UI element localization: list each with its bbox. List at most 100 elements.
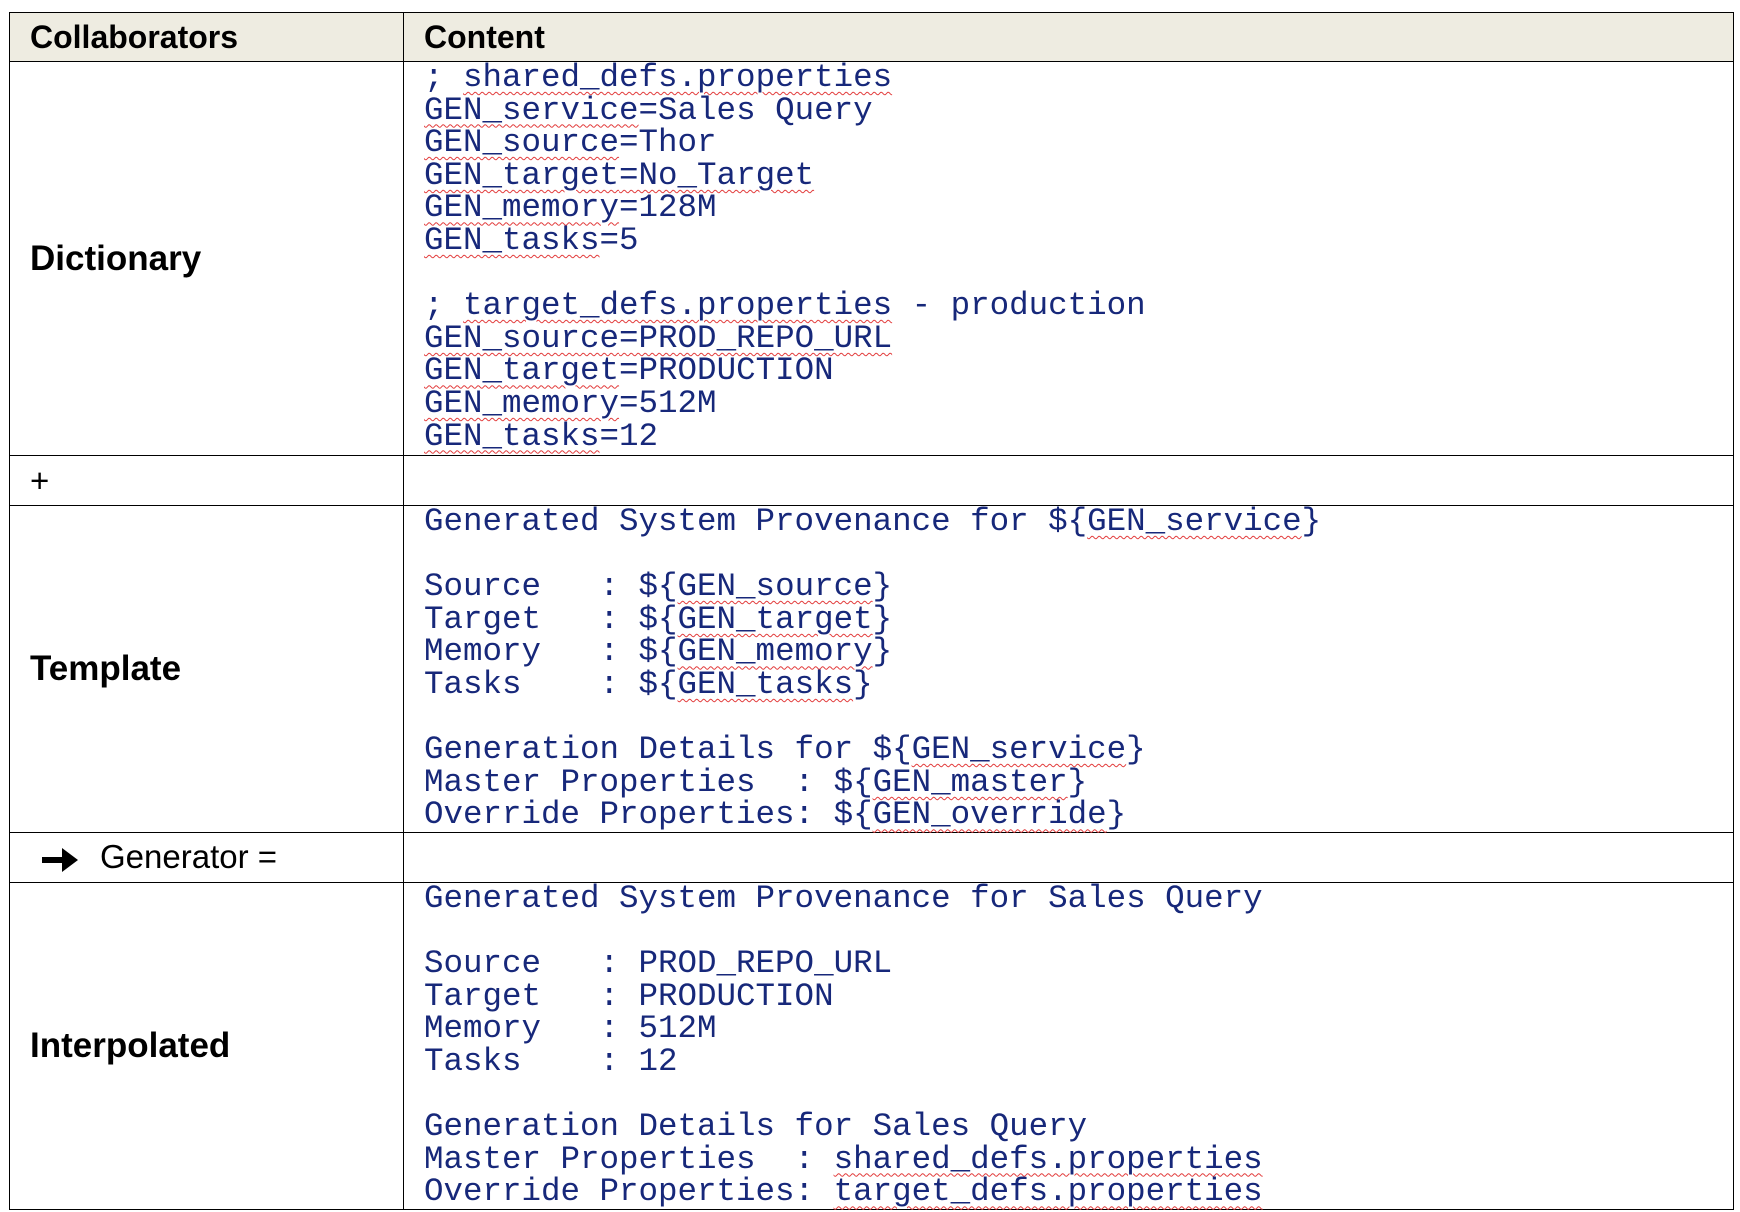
target-line: GEN_source=PROD_REPO_URL bbox=[424, 319, 1733, 357]
shared-line: GEN_service=Sales Query bbox=[424, 91, 1733, 129]
collaborators-table: Collaborators Content Dictionary ; share… bbox=[9, 12, 1734, 1210]
generator-label: Generator = bbox=[100, 838, 278, 876]
code-text: Generation Details for ${ bbox=[424, 731, 912, 769]
master-file-name: shared_defs.properties bbox=[833, 1140, 1263, 1178]
interpolated-title-line: Generated System Provenance for Sales Qu… bbox=[424, 879, 1263, 917]
interpolated-field-line: Memory : 512M bbox=[424, 1010, 717, 1048]
template-field-line: Memory : ${GEN_memory} bbox=[424, 636, 1733, 669]
interpolated-row: Interpolated Generated System Provenance… bbox=[9, 879, 1734, 1211]
template-label: Template bbox=[9, 505, 404, 833]
plus-empty-cell bbox=[403, 455, 1734, 506]
header-collaborators: Collaborators bbox=[9, 12, 404, 62]
code-text: } bbox=[1126, 731, 1146, 769]
dict-value: =Thor bbox=[619, 124, 717, 162]
template-var: GEN_service bbox=[911, 731, 1127, 769]
dictionary-code: ; shared_defs.properties GEN_service=Sale… bbox=[424, 59, 1733, 455]
plus-label: + bbox=[9, 455, 404, 506]
generator-empty-cell bbox=[403, 831, 1734, 883]
code-text: Source : ${ bbox=[424, 568, 678, 606]
shared-file-name: shared_defs.properties bbox=[463, 59, 893, 96]
override-file-name: target_defs.properties bbox=[833, 1173, 1263, 1211]
target-file-name: target_defs.properties bbox=[463, 287, 893, 325]
template-field-line: Tasks : ${GEN_tasks} bbox=[424, 665, 1733, 703]
interpolated-override-line: Override Properties: target_defs.propert… bbox=[424, 1173, 1733, 1211]
code-text: Generated System Provenance for ${ bbox=[424, 503, 1088, 540]
code-text: } bbox=[853, 665, 873, 703]
template-var: GEN_memory bbox=[677, 633, 873, 671]
template-var: GEN_tasks bbox=[677, 665, 854, 703]
dictionary-row: Dictionary ; shared_defs.properties GEN_s… bbox=[9, 59, 1734, 456]
code-text: } bbox=[872, 633, 893, 671]
comment-suffix: - production bbox=[892, 287, 1146, 325]
code-text: Tasks : ${ bbox=[424, 665, 678, 703]
dict-key: GEN_service bbox=[424, 91, 639, 129]
generator-cell: Generator = bbox=[9, 831, 404, 883]
target-line: GEN_memory=512M bbox=[424, 384, 1733, 422]
template-var: GEN_source bbox=[677, 568, 873, 606]
code-text: Master Properties : ${ bbox=[424, 763, 873, 801]
dict-value: =12 bbox=[599, 417, 659, 455]
template-var: GEN_target bbox=[677, 600, 873, 638]
template-content: Generated System Provenance for ${GEN_se… bbox=[403, 503, 1734, 833]
dict-key: GEN_tasks bbox=[424, 221, 600, 259]
dict-key: GEN_memory bbox=[424, 384, 620, 422]
right-arrow-icon bbox=[42, 847, 78, 872]
template-row: Template Generated System Provenance for… bbox=[9, 503, 1734, 833]
dict-key: GEN_source bbox=[424, 319, 620, 357]
generator-row: Generator = bbox=[9, 831, 1734, 883]
template-field-line: Source : ${GEN_source} bbox=[424, 568, 1733, 606]
interpolated-details-line: Generation Details for Sales Query bbox=[424, 1108, 1088, 1146]
template-var: GEN_master bbox=[872, 763, 1068, 801]
code-text: } bbox=[1301, 503, 1322, 540]
template-master-line: Master Properties : ${GEN_master} bbox=[424, 763, 1733, 801]
code-text: Target : ${ bbox=[424, 600, 678, 638]
dict-key: GEN_target bbox=[424, 156, 620, 194]
template-var: GEN_override bbox=[872, 796, 1107, 834]
template-override-line: Override Properties: ${GEN_override} bbox=[424, 799, 1733, 832]
code-text: Override Properties: ${ bbox=[424, 796, 873, 834]
dict-value: =Sales Query bbox=[638, 91, 873, 129]
template-field-line: Target : ${GEN_target} bbox=[424, 600, 1733, 638]
template-title-line: Generated System Provenance for ${GEN_se… bbox=[424, 503, 1733, 540]
comment-prefix: ; bbox=[424, 287, 464, 325]
interpolated-content: Generated System Provenance for Sales Qu… bbox=[403, 879, 1734, 1211]
interpolated-field-line: Source : PROD_REPO_URL bbox=[424, 945, 893, 983]
interpolated-label: Interpolated bbox=[9, 881, 404, 1210]
shared-line: GEN_source=Thor bbox=[424, 124, 1733, 162]
dict-value: =5 bbox=[599, 221, 639, 259]
code-text: } bbox=[872, 600, 893, 638]
target-line: GEN_target=PRODUCTION bbox=[424, 355, 1733, 388]
dict-value: =PROD_REPO_URL bbox=[619, 319, 893, 357]
code-text: Override Properties: bbox=[424, 1173, 834, 1211]
header-content: Content bbox=[403, 12, 1734, 62]
dict-value: =No_Target bbox=[619, 156, 815, 194]
plus-row: + bbox=[9, 455, 1734, 506]
dict-value: =128M bbox=[619, 189, 717, 227]
target-comment-line: ; target_defs.properties - production bbox=[424, 287, 1733, 325]
header-row: Collaborators Content bbox=[9, 12, 1734, 62]
dict-value: =512M bbox=[619, 384, 717, 422]
code-text: } bbox=[1106, 796, 1127, 834]
dictionary-label: Dictionary bbox=[9, 61, 404, 456]
shared-line: GEN_memory=128M bbox=[424, 192, 1733, 225]
shared-comment-line: ; shared_defs.properties bbox=[424, 59, 1733, 96]
target-line: GEN_tasks=12 bbox=[424, 417, 1733, 455]
interpolated-field-line: Tasks : 12 bbox=[424, 1042, 678, 1080]
template-var: GEN_service bbox=[1087, 503, 1302, 540]
shared-line: GEN_tasks=5 bbox=[424, 221, 1733, 259]
comment-prefix: ; bbox=[424, 59, 464, 96]
dict-key: GEN_tasks bbox=[424, 417, 600, 455]
dict-key: GEN_source bbox=[424, 124, 620, 162]
template-details-line: Generation Details for ${GEN_service} bbox=[424, 731, 1733, 769]
interpolated-field-line: Target : PRODUCTION bbox=[424, 977, 834, 1015]
dict-key: GEN_target bbox=[424, 352, 620, 390]
dict-value: =PRODUCTION bbox=[619, 352, 834, 390]
interpolated-code: Generated System Provenance for Sales Qu… bbox=[424, 879, 1733, 1211]
code-text: Master Properties : bbox=[424, 1140, 834, 1178]
code-text: } bbox=[872, 568, 893, 606]
template-code: Generated System Provenance for ${GEN_se… bbox=[424, 503, 1733, 832]
shared-line: GEN_target=No_Target bbox=[424, 156, 1733, 194]
